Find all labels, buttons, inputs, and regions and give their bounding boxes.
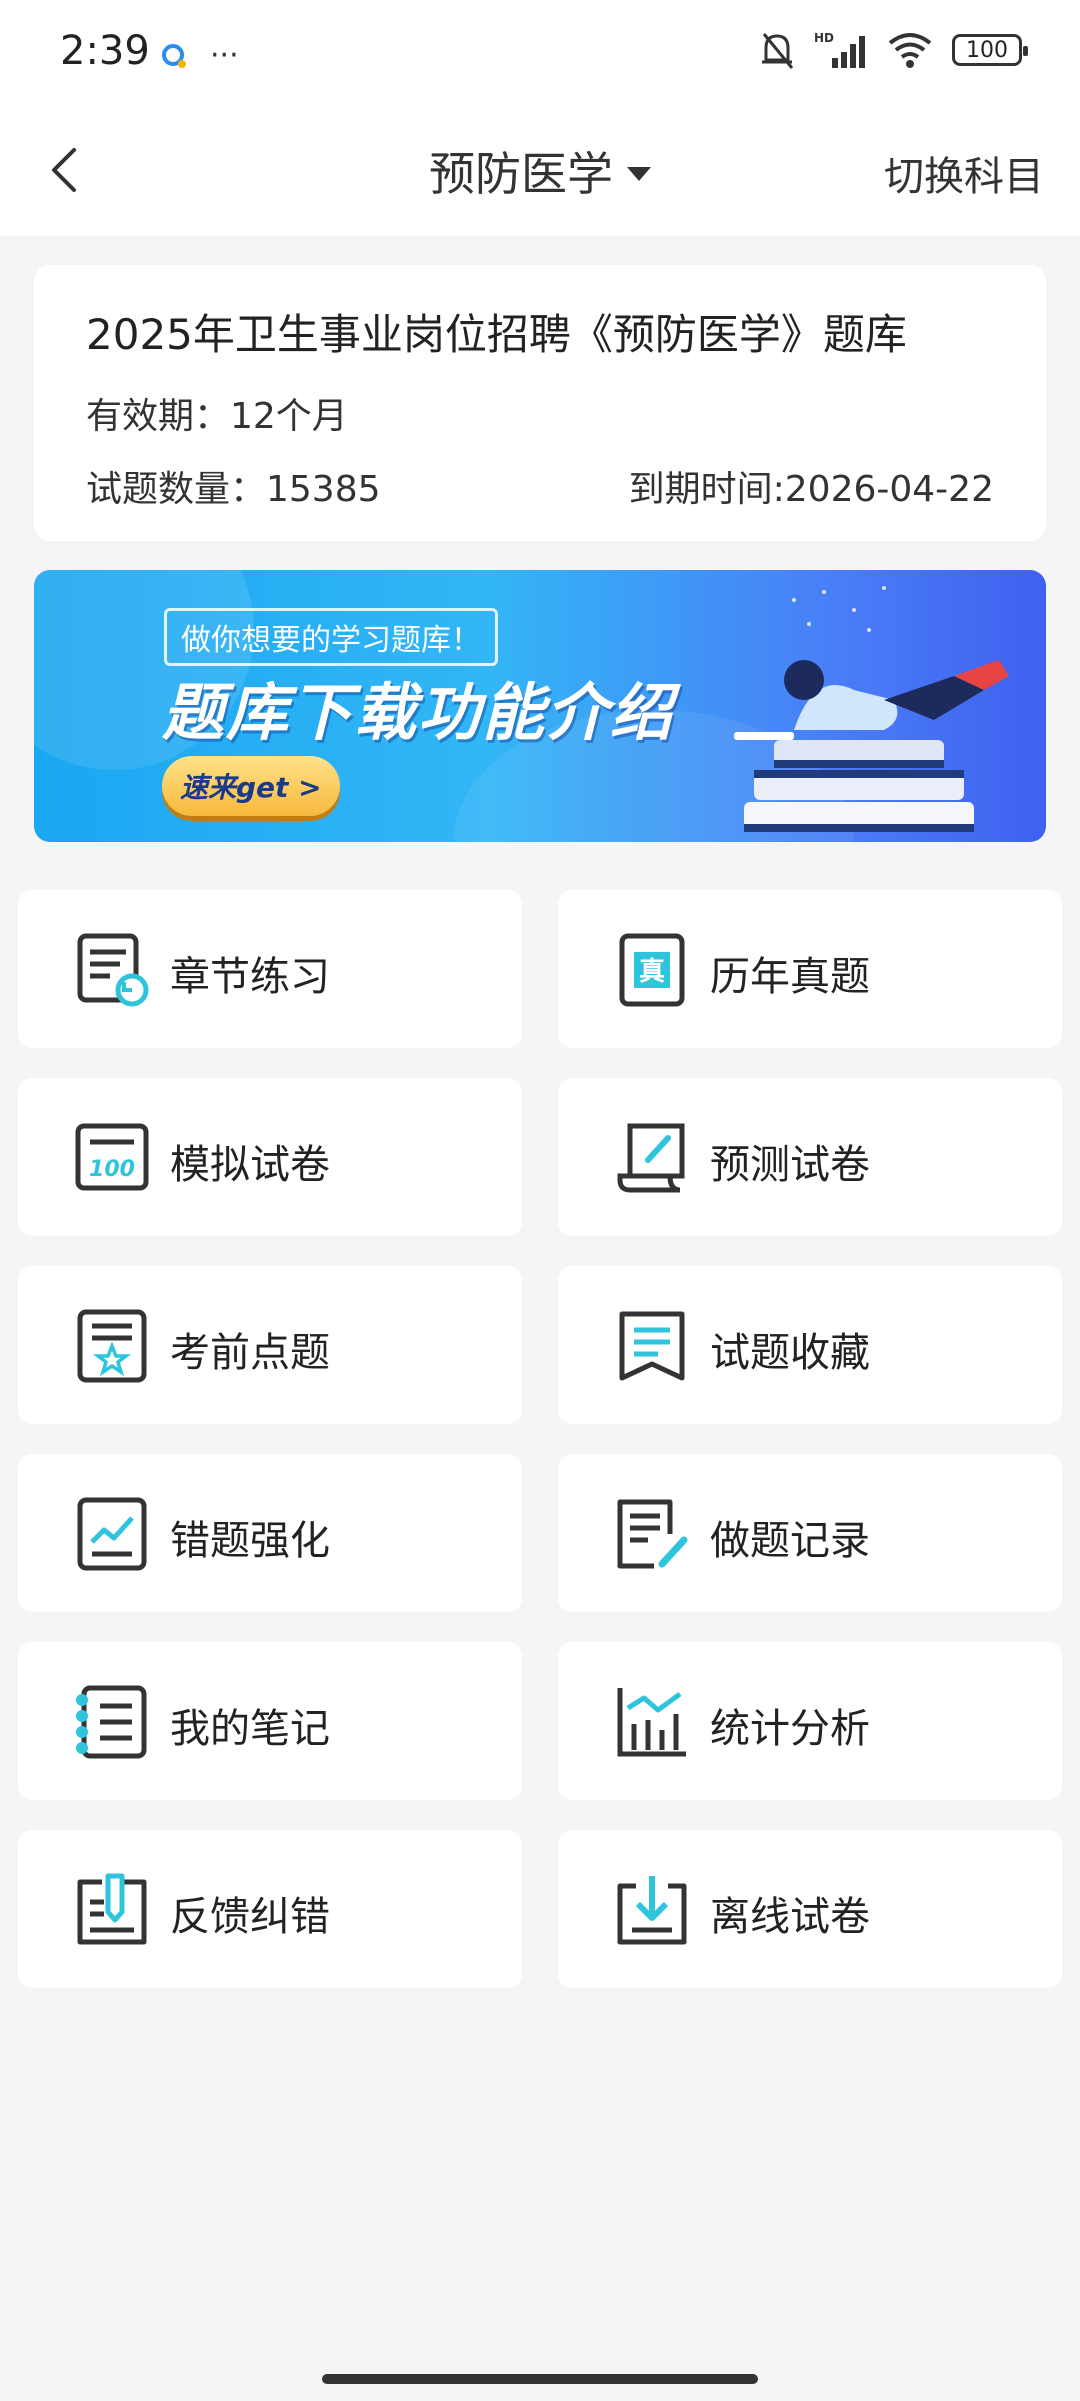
tile-key-points[interactable]: 考前点题	[18, 1266, 522, 1424]
tile-chapter-practice[interactable]: 章节练习	[18, 890, 522, 1048]
tile-past-exam[interactable]: 真 历年真题	[558, 890, 1062, 1048]
tile-label: 试题收藏	[710, 1330, 870, 1376]
expire-date: 到期时间:2026-04-22	[628, 469, 994, 510]
tile-label: 预测试卷	[710, 1142, 870, 1188]
tile-label: 考前点题	[170, 1330, 330, 1376]
status-time: 2:39	[60, 28, 150, 74]
switch-subject-button[interactable]: 切换科目	[884, 144, 1044, 202]
tile-label: 我的笔记	[170, 1706, 330, 1752]
tile-offline-download[interactable]: 离线试卷	[558, 1830, 1062, 1988]
mock-paper-icon: 100	[75, 1123, 149, 1191]
question-bank-title: 2025年卫生事业岗位招聘《预防医学》题库	[86, 310, 907, 359]
tile-statistics[interactable]: 统计分析	[558, 1642, 1062, 1800]
tile-label: 反馈纠错	[170, 1894, 330, 1940]
svg-text:真: 真	[639, 957, 665, 987]
tile-label: 章节练习	[170, 954, 330, 1000]
key-points-icon	[77, 1309, 147, 1383]
tile-feedback[interactable]: 反馈纠错	[18, 1830, 522, 1988]
chapter-practice-icon	[77, 933, 149, 1007]
statistics-icon	[617, 1688, 686, 1757]
more-notifications-icon: ···	[210, 38, 239, 73]
tile-label: 离线试卷	[710, 1894, 870, 1940]
tile-favorites[interactable]: 试题收藏	[558, 1266, 1062, 1424]
notes-icon	[76, 1685, 147, 1759]
chat-notification-icon	[162, 43, 186, 68]
svg-text:100: 100	[89, 1157, 135, 1182]
tile-label: 做题记录	[710, 1518, 870, 1564]
question-count: 试题数量：15385	[86, 469, 381, 510]
offline-download-icon	[617, 1876, 687, 1945]
status-left-icons: ···	[160, 38, 239, 73]
tile-label: 错题强化	[170, 1518, 330, 1564]
question-bank-info-card: 2025年卫生事业岗位招聘《预防医学》题库 有效期：12个月 试题数量：1538…	[34, 265, 1046, 541]
predict-paper-icon	[617, 1123, 685, 1193]
feedback-icon	[77, 1873, 147, 1945]
status-bar: 2:39 ··· HD 100	[0, 0, 1080, 110]
tile-label: 统计分析	[710, 1706, 870, 1752]
studying-person-illustration	[734, 586, 1009, 832]
page-title: 预防医学	[429, 147, 613, 201]
dropdown-caret-icon	[627, 166, 651, 181]
nav-bar: 预防医学 切换科目	[0, 110, 1080, 236]
history-record-icon	[617, 1499, 688, 1569]
past-exam-icon: 真	[619, 933, 685, 1007]
svg-text:HD: HD	[814, 31, 834, 45]
tile-predict-paper[interactable]: 预测试卷	[558, 1078, 1062, 1236]
signal-icon: HD	[814, 31, 865, 68]
validity-period: 有效期：12个月	[86, 396, 348, 437]
tile-label: 历年真题	[710, 954, 870, 1000]
wrong-questions-icon	[77, 1497, 147, 1571]
download-feature-banner[interactable]: 做你想要的学习题库！ 题库下载功能介绍 速来get >	[34, 570, 1046, 842]
tile-history-record[interactable]: 做题记录	[558, 1454, 1062, 1612]
status-right-icons: HD 100	[758, 30, 1028, 70]
banner-get-button[interactable]: 速来get >	[162, 756, 340, 816]
tile-mock-paper[interactable]: 100 模拟试卷	[18, 1078, 522, 1236]
banner-subtitle: 做你想要的学习题库！	[164, 608, 498, 666]
favorites-icon	[619, 1311, 685, 1381]
wifi-icon	[888, 33, 932, 68]
tile-label: 模拟试卷	[170, 1142, 330, 1188]
battery-icon: 100	[952, 34, 1028, 66]
home-indicator[interactable]	[322, 2374, 758, 2384]
tile-notes[interactable]: 我的笔记	[18, 1642, 522, 1800]
banner-title: 题库下载功能介绍	[162, 676, 675, 749]
mute-bell-icon	[762, 33, 794, 69]
tile-wrong-questions[interactable]: 错题强化	[18, 1454, 522, 1612]
